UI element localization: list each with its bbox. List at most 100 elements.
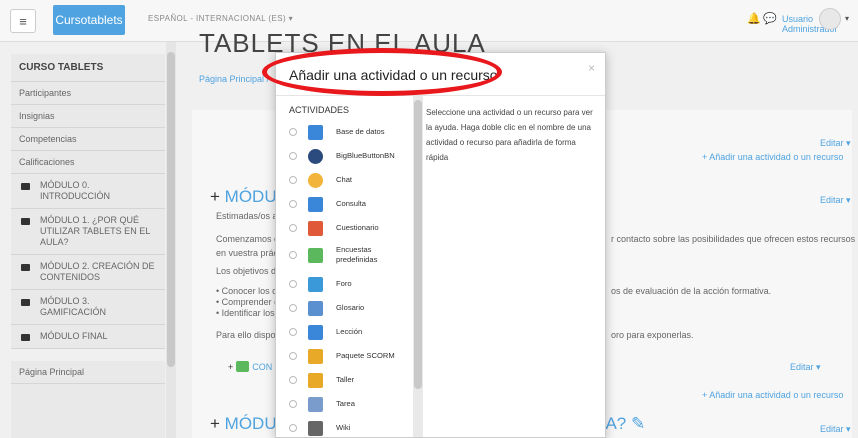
sidebar-heading: CURSO TABLETS bbox=[11, 54, 165, 82]
activity-label: Taller bbox=[336, 375, 355, 384]
activity-option-consulta[interactable]: Consulta bbox=[289, 192, 411, 216]
question-icon bbox=[308, 196, 323, 212]
move-handle-icon[interactable]: + bbox=[210, 414, 220, 433]
course-sidebar: CURSO TABLETS Participantes Insignias Co… bbox=[11, 54, 165, 438]
activity-label: Paquete SCORM bbox=[336, 351, 395, 360]
close-icon[interactable]: × bbox=[588, 61, 595, 75]
sidebar-item-modulo-3[interactable]: MÓDULO 3. GAMIFICACIÓN bbox=[11, 290, 165, 325]
radio-button[interactable] bbox=[289, 224, 297, 232]
activity-help-text: Seleccione una actividad o un recurso pa… bbox=[426, 108, 593, 162]
sidebar-item-modulo-2[interactable]: MÓDULO 2. CREACIÓN DE CONTENIDOS bbox=[11, 255, 165, 290]
scorm-icon bbox=[308, 348, 323, 364]
content-link[interactable]: + CON bbox=[228, 361, 272, 372]
folder-icon bbox=[21, 299, 30, 306]
move-handle-icon[interactable]: + bbox=[210, 187, 220, 206]
activities-heading: ACTIVIDADES bbox=[289, 105, 350, 115]
sidebar-spacer bbox=[11, 349, 165, 361]
edit-menu-button[interactable]: Editar ▾ bbox=[820, 195, 851, 206]
workshop-icon bbox=[308, 372, 323, 388]
radio-button[interactable] bbox=[289, 280, 297, 288]
folder-icon bbox=[21, 183, 30, 190]
radio-button[interactable] bbox=[289, 251, 297, 259]
activity-option-cuestionario[interactable]: Cuestionario bbox=[289, 216, 411, 240]
activity-label: Cuestionario bbox=[336, 223, 379, 232]
sidebar-item-modulo-0[interactable]: MÓDULO 0. INTRODUCCIÓN bbox=[11, 174, 165, 209]
radio-button[interactable] bbox=[289, 328, 297, 336]
add-activity-link[interactable]: + Añadir una actividad o un recurso bbox=[702, 390, 843, 400]
bar-chart-icon bbox=[308, 247, 323, 263]
activity-label: Foro bbox=[336, 279, 352, 288]
content-text-line: en vuestra práct bbox=[216, 248, 281, 258]
activity-option-bigbluebutton[interactable]: BigBlueButtonBN bbox=[289, 144, 411, 168]
forum-icon bbox=[308, 276, 323, 292]
activity-list: ACTIVIDADES Base de datos BigBlueButtonB… bbox=[276, 96, 424, 437]
radio-button[interactable] bbox=[289, 200, 297, 208]
folder-icon bbox=[21, 334, 30, 341]
messages-chat-icon[interactable]: 💬 bbox=[763, 12, 777, 25]
move-handle-icon[interactable]: + bbox=[228, 362, 233, 372]
sidebar-item-competencias[interactable]: Competencias bbox=[11, 128, 165, 151]
edit-menu-button[interactable]: Editar ▾ bbox=[790, 362, 821, 373]
activity-option-base-de-datos[interactable]: Base de datos bbox=[289, 120, 411, 144]
activity-option-wiki[interactable]: Wiki bbox=[289, 416, 411, 437]
content-text-line: Para ello dispon bbox=[216, 330, 281, 340]
edit-menu-button[interactable]: Editar ▾ bbox=[820, 424, 851, 435]
activity-option-leccion[interactable]: Lección bbox=[289, 320, 411, 344]
content-text-line: Comenzamos e bbox=[216, 234, 280, 244]
activity-option-taller[interactable]: Taller bbox=[289, 368, 411, 392]
activity-option-tarea[interactable]: Tarea bbox=[289, 392, 411, 416]
activity-label: Wiki bbox=[336, 423, 351, 432]
content-text-line: • Conocer los c bbox=[216, 286, 277, 296]
folder-icon bbox=[21, 218, 30, 225]
activity-label: Base de datos bbox=[336, 127, 385, 136]
radio-button[interactable] bbox=[289, 400, 297, 408]
radio-button[interactable] bbox=[289, 128, 297, 136]
add-activity-modal: Añadir una actividad o un recurso × ACTI… bbox=[275, 52, 606, 438]
content-text-line: os de evaluación de la acción formativa. bbox=[611, 286, 772, 296]
activity-label: Glosario bbox=[336, 303, 365, 312]
sidebar-item-calificaciones[interactable]: Calificaciones bbox=[11, 151, 165, 174]
brand-button[interactable]: Cursotablets bbox=[53, 5, 125, 35]
activity-label: Chat bbox=[336, 175, 353, 184]
resource-icon bbox=[236, 361, 250, 372]
avatar[interactable] bbox=[819, 8, 841, 30]
page-scrollbar-thumb[interactable] bbox=[167, 52, 175, 367]
radio-button[interactable] bbox=[289, 424, 297, 432]
language-selector[interactable]: ESPAÑOL - INTERNACIONAL (ES) ▾ bbox=[148, 14, 293, 23]
sidebar-item-modulo-final[interactable]: MÓDULO FINAL bbox=[11, 325, 165, 349]
content-link-label: CON bbox=[252, 361, 273, 372]
content-text-line: Los objetivos de bbox=[216, 266, 282, 276]
folder-icon bbox=[21, 264, 30, 271]
activity-option-glosario[interactable]: Glosario bbox=[289, 296, 411, 320]
sidebar-item-insignias[interactable]: Insignias bbox=[11, 105, 165, 128]
activity-option-encuestas[interactable]: Encuestas predefinidas bbox=[289, 240, 411, 270]
notifications-bell-icon[interactable]: 🔔 bbox=[747, 12, 761, 25]
list-scrollbar-thumb[interactable] bbox=[414, 100, 422, 389]
sidebar-item-modulo-1[interactable]: MÓDULO 1. ¿POR QUÉ UTILIZAR TABLETS EN E… bbox=[11, 209, 165, 255]
activity-label: Encuestas predefinidas bbox=[336, 245, 378, 264]
lesson-icon bbox=[308, 324, 323, 340]
radio-button[interactable] bbox=[289, 304, 297, 312]
menu-toggle-icon[interactable]: ≡ bbox=[10, 9, 36, 33]
radio-button[interactable] bbox=[289, 176, 297, 184]
breadcrumb[interactable]: Página Principal / bbox=[199, 74, 269, 84]
activity-option-chat[interactable]: Chat bbox=[289, 168, 411, 192]
add-activity-link[interactable]: + Añadir una actividad o un recurso bbox=[702, 152, 843, 162]
sidebar-item-label: MÓDULO 3. GAMIFICACIÓN bbox=[40, 296, 107, 317]
content-text-line: oro para exponerlas. bbox=[611, 330, 694, 340]
sidebar-item-label: MÓDULO FINAL bbox=[40, 331, 108, 341]
sidebar-item-label: MÓDULO 2. CREACIÓN DE CONTENIDOS bbox=[40, 261, 155, 282]
edit-menu-button[interactable]: Editar ▾ bbox=[820, 138, 851, 149]
radio-button[interactable] bbox=[289, 152, 297, 160]
activity-option-foro[interactable]: Foro bbox=[289, 272, 411, 296]
radio-button[interactable] bbox=[289, 352, 297, 360]
sidebar-item-pagina-principal[interactable]: Página Principal bbox=[11, 361, 165, 384]
assignment-icon bbox=[308, 396, 323, 412]
sidebar-item-participantes[interactable]: Participantes bbox=[11, 82, 165, 105]
activity-option-scorm[interactable]: Paquete SCORM bbox=[289, 344, 411, 368]
activity-label: Tarea bbox=[336, 399, 355, 408]
chevron-down-icon[interactable]: ▾ bbox=[845, 14, 849, 23]
content-text-line: Estimadas/os al bbox=[216, 211, 280, 221]
radio-button[interactable] bbox=[289, 376, 297, 384]
content-text-line: • Comprender c bbox=[216, 297, 279, 307]
